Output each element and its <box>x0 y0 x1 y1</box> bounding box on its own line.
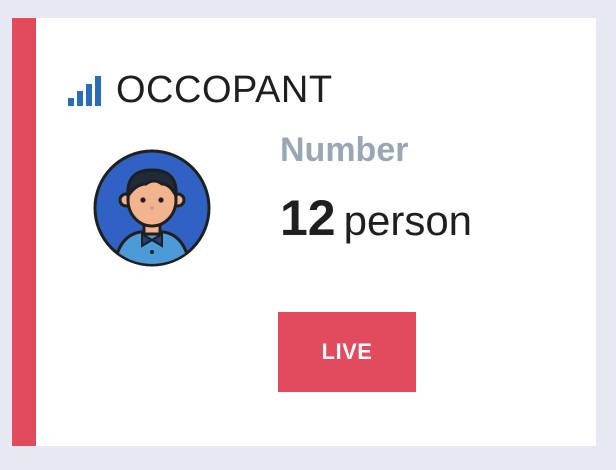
occupant-card: OCCOPANT Number 12 person LIVE <box>12 18 596 446</box>
metric-value: 12 <box>280 190 336 246</box>
live-button[interactable]: LIVE <box>278 312 416 392</box>
card-title: OCCOPANT <box>116 69 333 111</box>
metric-label: Number <box>280 131 409 169</box>
accent-bar <box>12 18 36 446</box>
person-avatar-icon <box>93 149 211 267</box>
signal-bars-icon <box>68 76 101 106</box>
metric-value-row: 12 person <box>280 190 472 259</box>
metric-unit: person <box>343 197 473 244</box>
